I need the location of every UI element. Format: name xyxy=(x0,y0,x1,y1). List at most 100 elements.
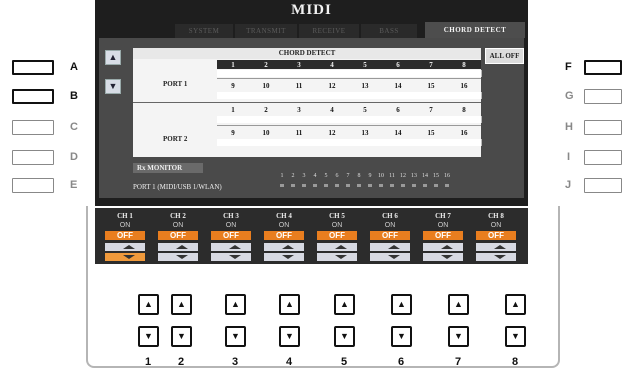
channel-off-value[interactable]: OFF xyxy=(423,231,463,240)
channel-down-bar[interactable] xyxy=(105,253,145,261)
channel-off-value[interactable]: OFF xyxy=(211,231,251,240)
channel-up-bar[interactable] xyxy=(211,243,251,251)
p1-ch9: 9 xyxy=(231,82,235,90)
rx-num: 9 xyxy=(368,173,372,179)
button-8-number: 8 xyxy=(511,356,519,368)
p1-ch10: 10 xyxy=(262,82,270,90)
rx-num: 3 xyxy=(302,173,306,179)
channel-down-bar[interactable] xyxy=(317,253,357,261)
button-7-number: 7 xyxy=(454,356,462,368)
channel-5: CH 5 ON OFF xyxy=(313,208,361,264)
channel-down-bar[interactable] xyxy=(211,253,251,261)
channel-name: CH 7 xyxy=(435,212,451,220)
side-button-g[interactable] xyxy=(584,89,622,104)
side-label-a: A xyxy=(70,61,78,73)
channel-down-bar[interactable] xyxy=(158,253,198,261)
triangle-up-icon xyxy=(229,245,241,249)
scroll-down-button[interactable]: ▼ xyxy=(105,79,121,94)
rx-num: 12 xyxy=(400,173,406,179)
side-button-d[interactable] xyxy=(12,150,54,165)
scroll-up-button[interactable]: ▲ xyxy=(105,50,121,65)
channel-up-bar[interactable] xyxy=(423,243,463,251)
channel-up-bar[interactable] xyxy=(264,243,304,251)
side-button-c[interactable] xyxy=(12,120,54,135)
channel-up-bar[interactable] xyxy=(476,243,516,251)
side-button-j[interactable] xyxy=(584,178,622,193)
side-button-a[interactable] xyxy=(12,60,54,75)
channel-off-value[interactable]: OFF xyxy=(158,231,198,240)
p1-ch5: 5 xyxy=(363,61,367,69)
button-8-down[interactable]: ▼ xyxy=(505,326,526,347)
table-title: CHORD DETECT xyxy=(133,48,481,59)
button-1-down[interactable]: ▼ xyxy=(138,326,159,347)
side-button-f[interactable] xyxy=(584,60,622,75)
channel-up-bar[interactable] xyxy=(158,243,198,251)
button-2-down[interactable]: ▼ xyxy=(171,326,192,347)
channel-up-bar[interactable] xyxy=(105,243,145,251)
p1-toggle-row-bottom[interactable] xyxy=(217,92,482,99)
button-5-up[interactable]: ▲ xyxy=(334,294,355,315)
button-3-up[interactable]: ▲ xyxy=(225,294,246,315)
button-6-up[interactable]: ▲ xyxy=(391,294,412,315)
channel-down-bar[interactable] xyxy=(264,253,304,261)
p1-ch11: 11 xyxy=(295,82,303,90)
channel-off-value[interactable]: OFF xyxy=(105,231,145,240)
channel-on-label: ON xyxy=(172,222,184,229)
side-label-c: C xyxy=(70,121,78,133)
rx-indicator xyxy=(357,184,361,187)
side-button-h[interactable] xyxy=(584,120,622,135)
tab-receive[interactable]: RECEIVE xyxy=(299,24,359,38)
channel-up-bar[interactable] xyxy=(317,243,357,251)
button-1-up[interactable]: ▲ xyxy=(138,294,159,315)
tab-bass[interactable]: BASS xyxy=(361,24,417,38)
button-7-down[interactable]: ▼ xyxy=(448,326,469,347)
rx-num: 14 xyxy=(422,173,428,179)
triangle-up-icon xyxy=(494,245,506,249)
channel-on-label: ON xyxy=(119,222,131,229)
p2-ch16: 16 xyxy=(460,129,468,137)
button-3-number: 3 xyxy=(231,356,239,368)
p2-toggle-row-top[interactable] xyxy=(217,116,482,123)
tab-system[interactable]: SYSTEM xyxy=(175,24,233,38)
channel-off-value[interactable]: OFF xyxy=(264,231,304,240)
button-5-down[interactable]: ▼ xyxy=(334,326,355,347)
channel-up-bar[interactable] xyxy=(370,243,410,251)
channel-on-label: ON xyxy=(384,222,396,229)
p1-toggle-row-top[interactable] xyxy=(217,70,482,77)
rx-num: 10 xyxy=(378,173,384,179)
channel-off-value[interactable]: OFF xyxy=(370,231,410,240)
side-button-b[interactable] xyxy=(12,89,54,104)
triangle-up-icon xyxy=(176,245,188,249)
rx-indicator xyxy=(412,184,416,187)
p1-ch7: 7 xyxy=(429,61,433,69)
rx-indicator xyxy=(302,184,306,187)
button-6-down[interactable]: ▼ xyxy=(391,326,412,347)
side-button-i[interactable] xyxy=(584,150,622,165)
tab-transmit[interactable]: TRANSMIT xyxy=(235,24,297,38)
channel-off-value[interactable]: OFF xyxy=(476,231,516,240)
p2-ch15: 15 xyxy=(427,129,435,137)
channel-down-bar[interactable] xyxy=(370,253,410,261)
side-button-e[interactable] xyxy=(12,178,54,193)
button-2-up[interactable]: ▲ xyxy=(171,294,192,315)
channel-down-bar[interactable] xyxy=(423,253,463,261)
channel-off-value[interactable]: OFF xyxy=(317,231,357,240)
button-4-down[interactable]: ▼ xyxy=(279,326,300,347)
button-8-up[interactable]: ▲ xyxy=(505,294,526,315)
p2-toggle-row-bottom[interactable] xyxy=(217,139,482,146)
channel-down-bar[interactable] xyxy=(476,253,516,261)
button-7-up[interactable]: ▲ xyxy=(448,294,469,315)
button-4-up[interactable]: ▲ xyxy=(279,294,300,315)
rx-indicator xyxy=(401,184,405,187)
rx-num: 4 xyxy=(313,173,317,179)
channel-2: CH 2 ON OFF xyxy=(154,208,202,264)
rx-indicator xyxy=(368,184,372,187)
channel-1: CH 1 ON OFF xyxy=(101,208,149,264)
tab-chord-detect[interactable]: CHORD DETECT xyxy=(425,22,525,38)
p1-ch8: 8 xyxy=(462,61,466,69)
button-3-down[interactable]: ▼ xyxy=(225,326,246,347)
all-off-button[interactable]: ALL OFF xyxy=(485,48,524,64)
side-label-f: F xyxy=(565,61,572,73)
p1-ch14: 14 xyxy=(394,82,402,90)
rx-monitor-label: Rx MONITOR xyxy=(133,163,203,173)
